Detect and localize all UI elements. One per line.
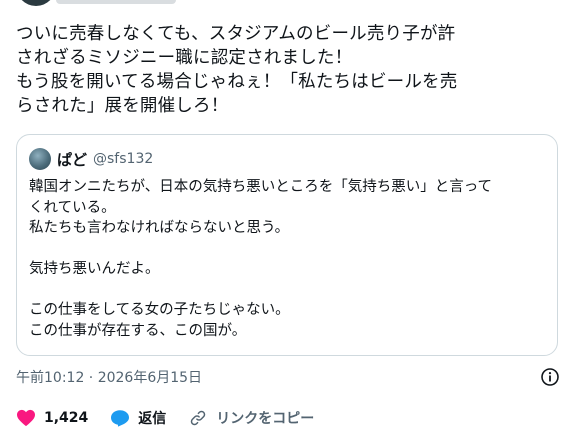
quoted-tweet-text: 韓国オンニたちが、日本の気持ち悪いところを「気持ち悪い」と言って くれている。 … (29, 179, 492, 339)
quoted-author-avatar (29, 148, 51, 170)
quoted-tweet-header: ぱど @sfs132 (29, 148, 153, 170)
quoted-tweet-card[interactable]: ぱど @sfs132 韓国オンニたちが、日本の気持ち悪いところを「気持ち悪い」と… (16, 134, 558, 356)
reply-bubble-icon (110, 408, 130, 428)
link-icon (188, 408, 208, 428)
info-icon[interactable] (540, 367, 560, 387)
heart-icon (16, 408, 36, 428)
like-count: 1,424 (44, 410, 89, 426)
tweet-timestamp[interactable]: 午前10:12 · 2026年6月15日 (16, 367, 202, 387)
tweet-detail: ついに売春しなくても、スタジアムのビール売り子が許 されざるミソジニー職に認定さ… (0, 0, 576, 430)
copy-link-label: リンクをコピー (216, 411, 315, 427)
tweet-body-text: ついに売春しなくても、スタジアムのビール売り子が許 されざるミソジニー職に認定さ… (16, 24, 458, 116)
quoted-author-name: ぱど (57, 150, 88, 169)
quoted-author-handle: @sfs132 (93, 151, 154, 167)
reply-label: 返信 (138, 411, 167, 427)
copy-link-button[interactable]: リンクをコピー (188, 408, 314, 428)
author-avatar[interactable] (16, 0, 176, 6)
tweet-meta-row: 午前10:12 · 2026年6月15日 (16, 366, 560, 388)
tweet-actions-bar: 1,424 返信 リンクをコピー (16, 405, 336, 430)
reply-button[interactable]: 返信 (110, 408, 166, 428)
like-button[interactable]: 1,424 (16, 408, 88, 428)
